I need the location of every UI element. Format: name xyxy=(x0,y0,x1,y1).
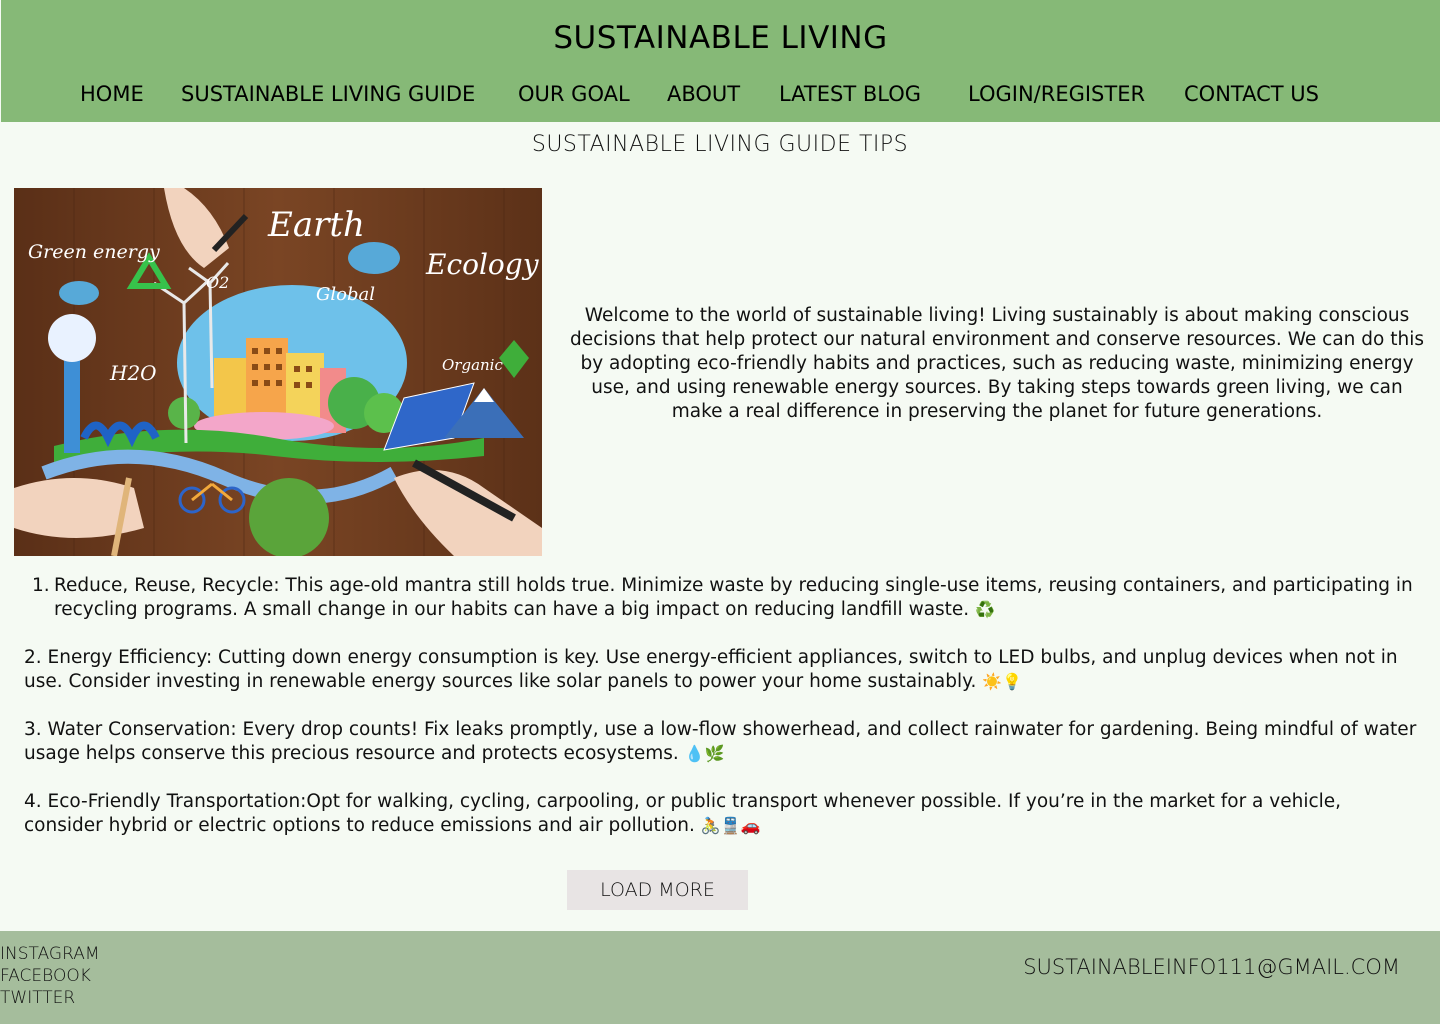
load-more-button[interactable]: LOAD MORE xyxy=(567,870,748,910)
site-header: SUSTAINABLE LIVING HOME SUSTAINABLE LIVI… xyxy=(1,0,1440,122)
contact-email[interactable]: SUSTAINABLEINFO111@GMAIL.COM xyxy=(1023,955,1400,979)
social-links: INSTAGRAM FACEBOOK TWITTER xyxy=(0,943,100,1009)
page-heading: SUSTAINABLE LIVING GUIDE TIPS xyxy=(531,132,909,157)
tip-item: 3. Water Conservation: Every drop counts… xyxy=(24,718,1424,766)
nav-home[interactable]: HOME xyxy=(80,82,144,106)
label-earth: Earth xyxy=(267,205,365,245)
twitter-link[interactable]: TWITTER xyxy=(0,987,100,1009)
facebook-link[interactable]: FACEBOOK xyxy=(0,965,100,987)
tip-item: 1. Reduce, Reuse, Recycle: This age-old … xyxy=(24,574,1424,622)
tips-list: 1. Reduce, Reuse, Recycle: This age-old … xyxy=(24,574,1424,838)
site-footer: INSTAGRAM FACEBOOK TWITTER SUSTAINABLEIN… xyxy=(0,931,1440,1024)
label-h2o: H2O xyxy=(109,361,157,385)
tip-text: 2. Energy Efficiency: Cutting down energ… xyxy=(24,647,1398,692)
recycle-icon: ♻️ xyxy=(975,600,996,619)
main-nav: HOME SUSTAINABLE LIVING GUIDE OUR GOAL A… xyxy=(1,82,1440,112)
label-organic: Organic xyxy=(442,356,503,374)
droplet-leaf-icon: 💧🌿 xyxy=(684,744,725,763)
tip-item: 4. Eco-Friendly Transportation:Opt for w… xyxy=(24,790,1424,838)
tip-text: Reduce, Reuse, Recycle: This age-old man… xyxy=(54,575,1413,620)
tip-item: 2. Energy Efficiency: Cutting down energ… xyxy=(24,646,1424,694)
site-title: SUSTAINABLE LIVING xyxy=(553,20,888,56)
nav-our-goal[interactable]: OUR GOAL xyxy=(518,82,630,106)
sun-bulb-icon: ☀️💡 xyxy=(982,672,1023,691)
label-o2: O2 xyxy=(206,273,229,292)
instagram-link[interactable]: INSTAGRAM xyxy=(0,943,100,965)
hero-image: Green energy Earth Ecology O2 Global H2O… xyxy=(14,188,542,556)
sustainability-illustration: Green energy Earth Ecology O2 Global H2O… xyxy=(14,188,542,556)
nav-latest-blog[interactable]: LATEST BLOG xyxy=(779,82,921,106)
intro-paragraph: Welcome to the world of sustainable livi… xyxy=(570,305,1424,422)
nav-about[interactable]: ABOUT xyxy=(667,82,740,106)
label-green-energy: Green energy xyxy=(28,241,160,263)
label-ecology: Ecology xyxy=(425,248,540,281)
nav-login-register[interactable]: LOGIN/REGISTER xyxy=(968,82,1145,106)
nav-contact-us[interactable]: CONTACT US xyxy=(1184,82,1319,106)
transport-icon: 🚴🚆🚗 xyxy=(700,816,761,835)
nav-sustainable-living-guide[interactable]: SUSTAINABLE LIVING GUIDE xyxy=(181,82,475,106)
tip-number: 1. xyxy=(32,575,50,596)
label-global: Global xyxy=(316,284,375,305)
tip-text: 4. Eco-Friendly Transportation:Opt for w… xyxy=(24,791,1342,836)
